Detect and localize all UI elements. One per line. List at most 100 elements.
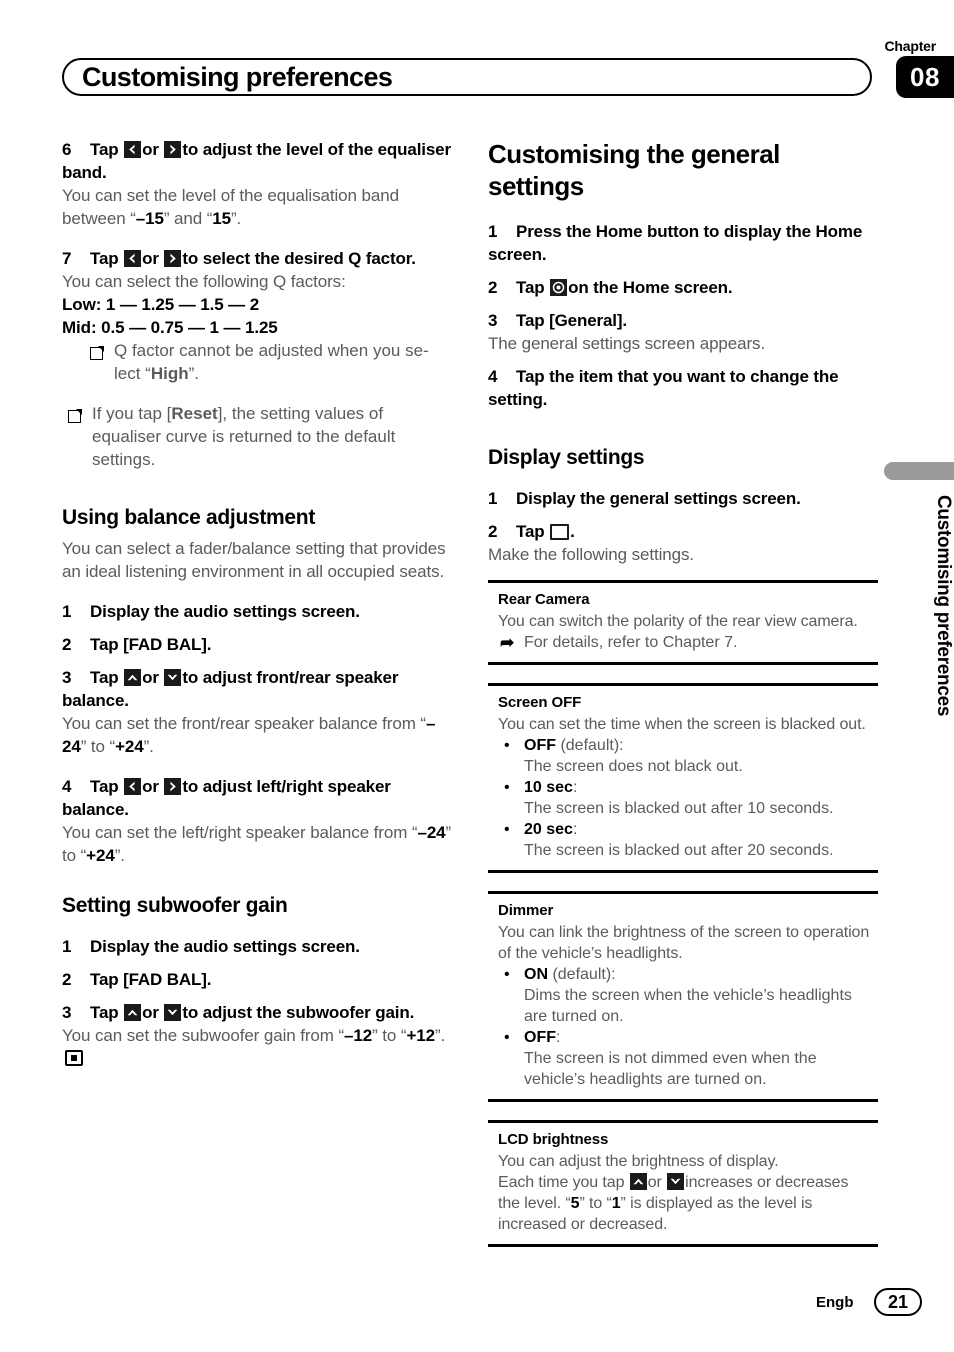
subwoofer-step-3-text-after: to adjust the subwoofer gain. (182, 1003, 415, 1022)
subwoofer-step-3-max: +12 (406, 1026, 435, 1045)
display-step-2-body: Make the following settings. (488, 545, 695, 564)
bullet-icon: • (504, 966, 510, 983)
q-factor-mid-label: Mid (62, 318, 91, 337)
q-factor-low-label: Low (62, 295, 96, 314)
setting-title: LCD brightness (498, 1131, 609, 1148)
balance-step-3: 3 Tap or to adjust front/rear speaker bal… (62, 666, 454, 712)
general-step-2-text-before: Tap (516, 278, 545, 297)
general-step-4-number: 4 (488, 367, 498, 386)
section-end-marker-icon (65, 1050, 83, 1066)
note-icon (90, 343, 104, 360)
balance-step-1-text: Display the audio settings screen. (90, 602, 360, 621)
balance-step-3-number: 3 (62, 668, 72, 687)
step-6-text-after: to adjust the level of the equaliser ban… (62, 140, 451, 182)
display-step-2-number: 2 (488, 522, 498, 541)
footer-language: Engb (816, 1294, 854, 1311)
subwoofer-step-2: 2 Tap [FAD BAL]. (62, 968, 454, 991)
bullet-icon: • (504, 737, 510, 754)
setting-description: You can link the brightness of the scree… (498, 924, 870, 962)
step-6-body-2: ” and “ (163, 209, 213, 228)
setting-block-screen-off: Screen OFF You can set the time when the… (488, 683, 878, 873)
setting-option-suffix: (default): (556, 737, 624, 754)
balance-step-4-text-before: Tap (90, 777, 119, 796)
step-7-text-after: to select the desired Q factor. (182, 249, 416, 268)
bullet-icon: • (504, 1029, 510, 1046)
chevron-down-icon (164, 1004, 182, 1021)
subwoofer-step-3-min: –12 (344, 1026, 373, 1045)
setting-title: Dimmer (498, 902, 554, 919)
display-monitor-icon (550, 524, 570, 540)
setting-description-2: Each time you tap or increases or decrea… (498, 1172, 874, 1235)
setting-reference: ➦ For details, refer to Chapter 7. (498, 632, 874, 653)
setting-option: • 20 sec: (498, 819, 874, 840)
bullet-icon: • (504, 821, 510, 838)
general-step-1: 1 Press the Home button to display the Ho… (488, 220, 880, 266)
step-6-body: You can set the level of the equalisatio… (62, 184, 454, 230)
step-6: 6 Tap or to adjust the level of the equal… (62, 138, 454, 184)
right-column: Customising the general settings 1 Press … (488, 138, 880, 1265)
note-q-factor: Q factor cannot be adjusted when you se-… (62, 339, 454, 385)
chevron-right-icon (164, 141, 182, 158)
general-step-2-number: 2 (488, 278, 498, 297)
step-7-body: You can select the following Q factors: (62, 272, 346, 291)
setting-block-dimmer: Dimmer You can link the brightness of th… (488, 891, 878, 1102)
setting-option-detail: The screen does not black out. (524, 758, 743, 775)
chevron-up-icon (124, 1004, 142, 1021)
chapter-number-badge: 08 (896, 56, 954, 98)
setting-option-suffix: : (572, 821, 578, 838)
setting-block-lcd-brightness: LCD brightness You can adjust the bright… (488, 1120, 878, 1247)
subwoofer-step-2-number: 2 (62, 970, 72, 989)
page-header: Chapter 08 Customising preferences (0, 0, 954, 120)
general-step-1-number: 1 (488, 222, 498, 241)
balance-step-4-min: –24 (417, 823, 446, 842)
step-6-text-before: Tap (90, 140, 119, 159)
step-7-text-before: Tap (90, 249, 119, 268)
general-step-3-text: Tap [General]. (516, 311, 627, 330)
note-q-factor-value: High (150, 364, 189, 383)
balance-step-4-number: 4 (62, 777, 72, 796)
setting-option-detail: The screen is not dimmed even when the v… (524, 1050, 817, 1088)
step-7-text-middle: or (142, 249, 159, 268)
step-6-body-3: ”. (231, 209, 242, 228)
subwoofer-step-3-text-before: Tap (90, 1003, 119, 1022)
balance-step-4-body-3: ”. (114, 846, 125, 865)
balance-step-3-body-2: ” to “ (80, 737, 116, 756)
general-settings-heading: Customising the general settings (488, 139, 780, 201)
subwoofer-step-1-text: Display the audio settings screen. (90, 937, 360, 956)
step-7: 7 Tap or to select the desired Q factor. (62, 247, 454, 270)
setting-option-suffix: : (556, 1029, 561, 1046)
general-step-4: 4 Tap the item that you want to change th… (488, 365, 880, 411)
setting-reference-text: For details, refer to Chapter 7. (524, 634, 738, 651)
settings-gear-icon (550, 279, 568, 296)
display-step-1-text: Display the general settings screen. (516, 489, 801, 508)
lcd-desc-d: ” to “ (579, 1195, 612, 1212)
general-step-3-body: The general settings screen appears. (488, 334, 766, 353)
balance-step-3-text-middle: or (142, 668, 159, 687)
setting-option-detail: The screen is blacked out after 10 secon… (524, 800, 834, 817)
q-factor-mid-values: : 0.5 — 0.75 — 1 — 1.25 (90, 318, 278, 337)
q-factor-mid: Mid: 0.5 — 0.75 — 1 — 1.25 (62, 316, 454, 339)
setting-option-detail: Dims the screen when the vehicle’s headl… (524, 987, 852, 1025)
chevron-left-icon (124, 250, 142, 267)
note-reset-button-name: Reset (171, 404, 218, 423)
balance-step-4-body-1: You can set the left/right speaker balan… (62, 823, 418, 842)
display-step-2-text-before: Tap (516, 522, 545, 541)
subwoofer-step-2-text: Tap [FAD BAL]. (90, 970, 212, 989)
subwoofer-step-3-body-1: You can set the subwoofer gain from “ (62, 1026, 345, 1045)
balance-step-1-number: 1 (62, 602, 72, 621)
setting-option-label: ON (524, 966, 548, 983)
q-factor-low: Low: 1 — 1.25 — 1.5 — 2 (62, 293, 454, 316)
subwoofer-step-1: 1 Display the audio settings screen. (62, 935, 454, 958)
footer-page-number: 21 (874, 1288, 922, 1316)
subwoofer-step-1-number: 1 (62, 937, 72, 956)
left-column: 6 Tap or to adjust the level of the equal… (62, 138, 454, 1070)
note-reset-text-a: If you tap [ (92, 404, 172, 423)
lcd-level-min: 1 (611, 1195, 621, 1212)
step-7-number: 7 (62, 249, 72, 268)
balance-step-4: 4 Tap or to adjust left/right speaker bal… (62, 775, 454, 821)
balance-step-2-number: 2 (62, 635, 72, 654)
general-step-1-text: Press the Home button to display the Hom… (488, 222, 863, 264)
setting-option-label: 10 sec (524, 779, 573, 796)
note-icon (68, 406, 82, 423)
balance-step-4-text-middle: or (142, 777, 159, 796)
